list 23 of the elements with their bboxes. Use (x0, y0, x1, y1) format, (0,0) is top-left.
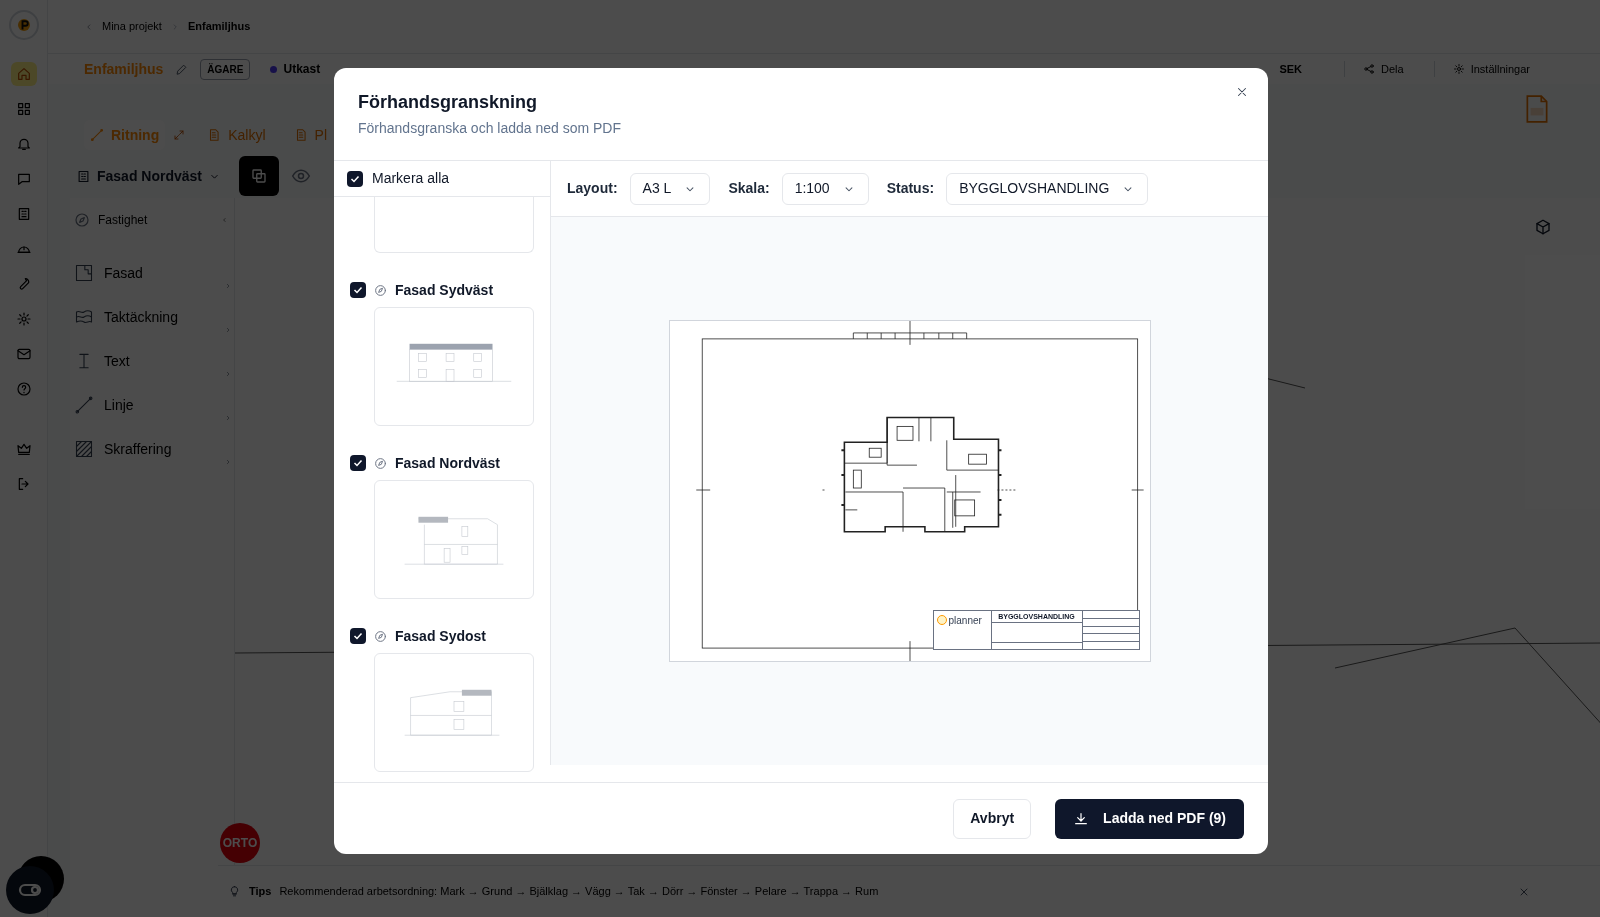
section-title: Fastighet (98, 212, 148, 229)
status-label: Utkast (283, 61, 321, 78)
select-all-label[interactable]: Markera alla (372, 168, 450, 189)
breadcrumb-link[interactable]: Mina projekt (102, 18, 162, 35)
filter-dropdown[interactable]: 1:100 (781, 172, 869, 205)
filter-label: Skala: (728, 179, 770, 198)
sheet-label[interactable]: Fasad Sydväst (395, 279, 494, 301)
tips-label: Tips (249, 884, 272, 900)
logo-text: planner (948, 615, 982, 626)
filter-dropdown[interactable]: BYGGLOVSHANDLING (946, 172, 1149, 205)
tips-text: Rekommenderad arbetsordning: Mark → Grund → Bjälklag → Vägg → Tak → Dörr → Fönster → Pelare → Trappa → Rum (279, 884, 879, 900)
download-pdf-button[interactable]: Ladda ned PDF (9) (1055, 798, 1244, 839)
dialog-subtitle: Förhandsgranska och ladda ned som PDF (358, 119, 622, 138)
currency-label: SEK (1279, 61, 1303, 77)
breadcrumb-link[interactable]: Enfamiljhus (187, 18, 251, 35)
filter-label: Status: (886, 179, 935, 198)
sheet-label[interactable]: Fasad Nordväst (395, 452, 501, 474)
sheet-label[interactable]: Fasad Sydost (395, 625, 487, 647)
dialog-title: Förhandsgranskning (358, 91, 537, 114)
filter-dropdown[interactable]: A3 L (629, 172, 711, 205)
filter-label: Layout: (567, 179, 618, 198)
cancel-button[interactable]: Avbryt (953, 798, 1032, 839)
project-name: Enfamiljhus (84, 59, 164, 79)
